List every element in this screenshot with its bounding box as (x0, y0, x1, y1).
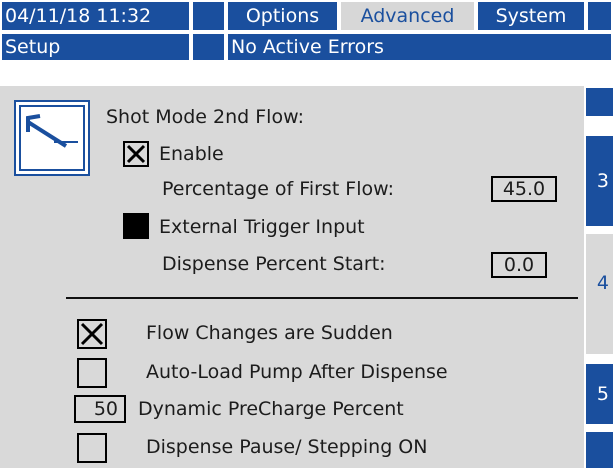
side-page-3[interactable]: 3 (586, 136, 613, 226)
side-page-up[interactable] (586, 88, 613, 116)
datetime-text: 04/11/18 11:32 (5, 4, 152, 27)
side-page-4[interactable]: 4 (586, 234, 613, 354)
flow-sudden-checkbox[interactable] (77, 319, 107, 349)
enable-label: Enable (159, 143, 224, 165)
side-page-4-label: 4 (596, 272, 609, 294)
screen-name: Setup (0, 32, 191, 62)
precharge-field[interactable]: 50 (74, 395, 126, 423)
external-trigger-checkbox[interactable] (123, 213, 149, 239)
side-page-down[interactable] (586, 432, 613, 468)
error-status-text: No Active Errors (231, 35, 384, 58)
precharge-label: Dynamic PreCharge Percent (138, 398, 404, 420)
autoload-checkbox[interactable] (77, 358, 107, 388)
screen-mode-icon (14, 100, 90, 176)
header-spacer (191, 0, 226, 32)
status-spacer (191, 32, 226, 62)
side-page-3-label: 3 (596, 170, 609, 192)
pause-checkbox[interactable] (77, 433, 107, 463)
percentage-label: Percentage of First Flow: (162, 178, 395, 200)
error-status: No Active Errors (226, 32, 613, 62)
dispense-start-field[interactable]: 0.0 (491, 252, 547, 278)
tab-advanced-label: Advanced (360, 4, 455, 27)
enable-checkbox[interactable] (123, 141, 149, 167)
shot-mode-title: Shot Mode 2nd Flow: (106, 106, 304, 128)
tab-options[interactable]: Options (226, 0, 339, 32)
side-page-5[interactable]: 5 (586, 364, 613, 424)
external-trigger-label: External Trigger Input (159, 216, 365, 238)
flow-sudden-label: Flow Changes are Sudden (146, 322, 393, 344)
tab-system[interactable]: System (476, 0, 586, 32)
tab-more[interactable] (586, 0, 613, 32)
tab-system-label: System (495, 4, 567, 27)
tab-advanced[interactable]: Advanced (339, 0, 476, 32)
side-page-5-label: 5 (596, 383, 609, 405)
datetime-display: 04/11/18 11:32 (0, 0, 191, 32)
check-x-icon (126, 144, 146, 164)
check-x-icon (80, 322, 104, 346)
screen-name-text: Setup (5, 35, 61, 58)
percentage-field[interactable]: 45.0 (491, 176, 557, 202)
autoload-label: Auto-Load Pump After Dispense (146, 361, 448, 383)
pause-label: Dispense Pause/ Stepping ON (146, 436, 428, 458)
tab-options-label: Options (245, 4, 320, 27)
section-divider (66, 297, 578, 299)
dispense-start-label: Dispense Percent Start: (162, 253, 386, 275)
